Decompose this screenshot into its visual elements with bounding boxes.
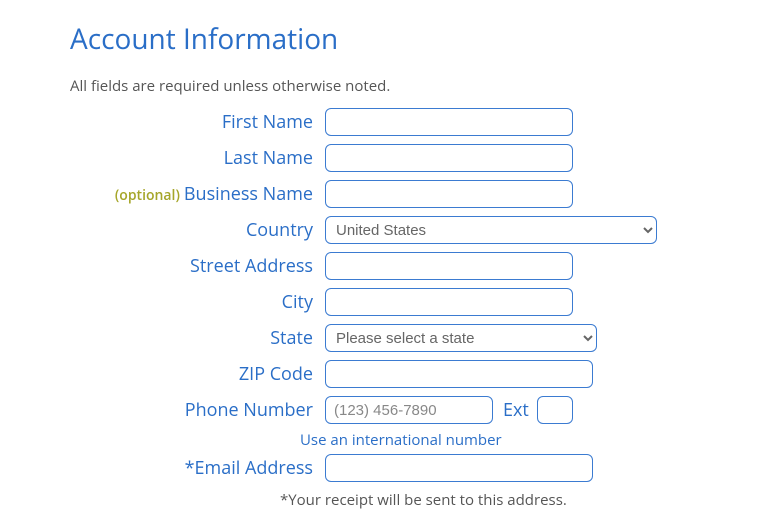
label-business-name: Business Name [184,182,313,206]
label-country: Country [246,218,313,242]
label-city: City [282,290,313,314]
city-input[interactable] [325,288,573,316]
row-state: State Please select a state [70,324,765,352]
row-street: Street Address [70,252,765,280]
zip-input[interactable] [325,360,593,388]
row-zip: ZIP Code [70,360,765,388]
label-first-name: First Name [222,110,313,134]
label-state: State [270,326,313,350]
country-select[interactable]: United States [325,216,657,244]
label-zip: ZIP Code [239,362,313,386]
required-note: All fields are required unless otherwise… [70,76,765,96]
email-note: *Your receipt will be sent to this addre… [280,490,567,510]
intl-number-link[interactable]: Use an international number [300,430,502,450]
ext-input[interactable] [537,396,573,424]
optional-tag: (optional) [115,186,180,205]
street-input[interactable] [325,252,573,280]
row-business-name: (optional) Business Name [70,180,765,208]
row-country: Country United States [70,216,765,244]
phone-input[interactable] [325,396,493,424]
row-city: City [70,288,765,316]
email-input[interactable] [325,454,593,482]
label-last-name: Last Name [224,146,313,170]
label-phone: Phone Number [185,398,313,422]
page-title: Account Information [70,20,765,58]
label-ext: Ext [503,398,529,422]
label-street: Street Address [190,254,313,278]
last-name-input[interactable] [325,144,573,172]
first-name-input[interactable] [325,108,573,136]
row-email: *Email Address [70,454,765,482]
row-phone: Phone Number Ext [70,396,765,424]
business-name-input[interactable] [325,180,573,208]
state-select[interactable]: Please select a state [325,324,597,352]
row-last-name: Last Name [70,144,765,172]
row-first-name: First Name [70,108,765,136]
label-email: *Email Address [185,456,313,480]
